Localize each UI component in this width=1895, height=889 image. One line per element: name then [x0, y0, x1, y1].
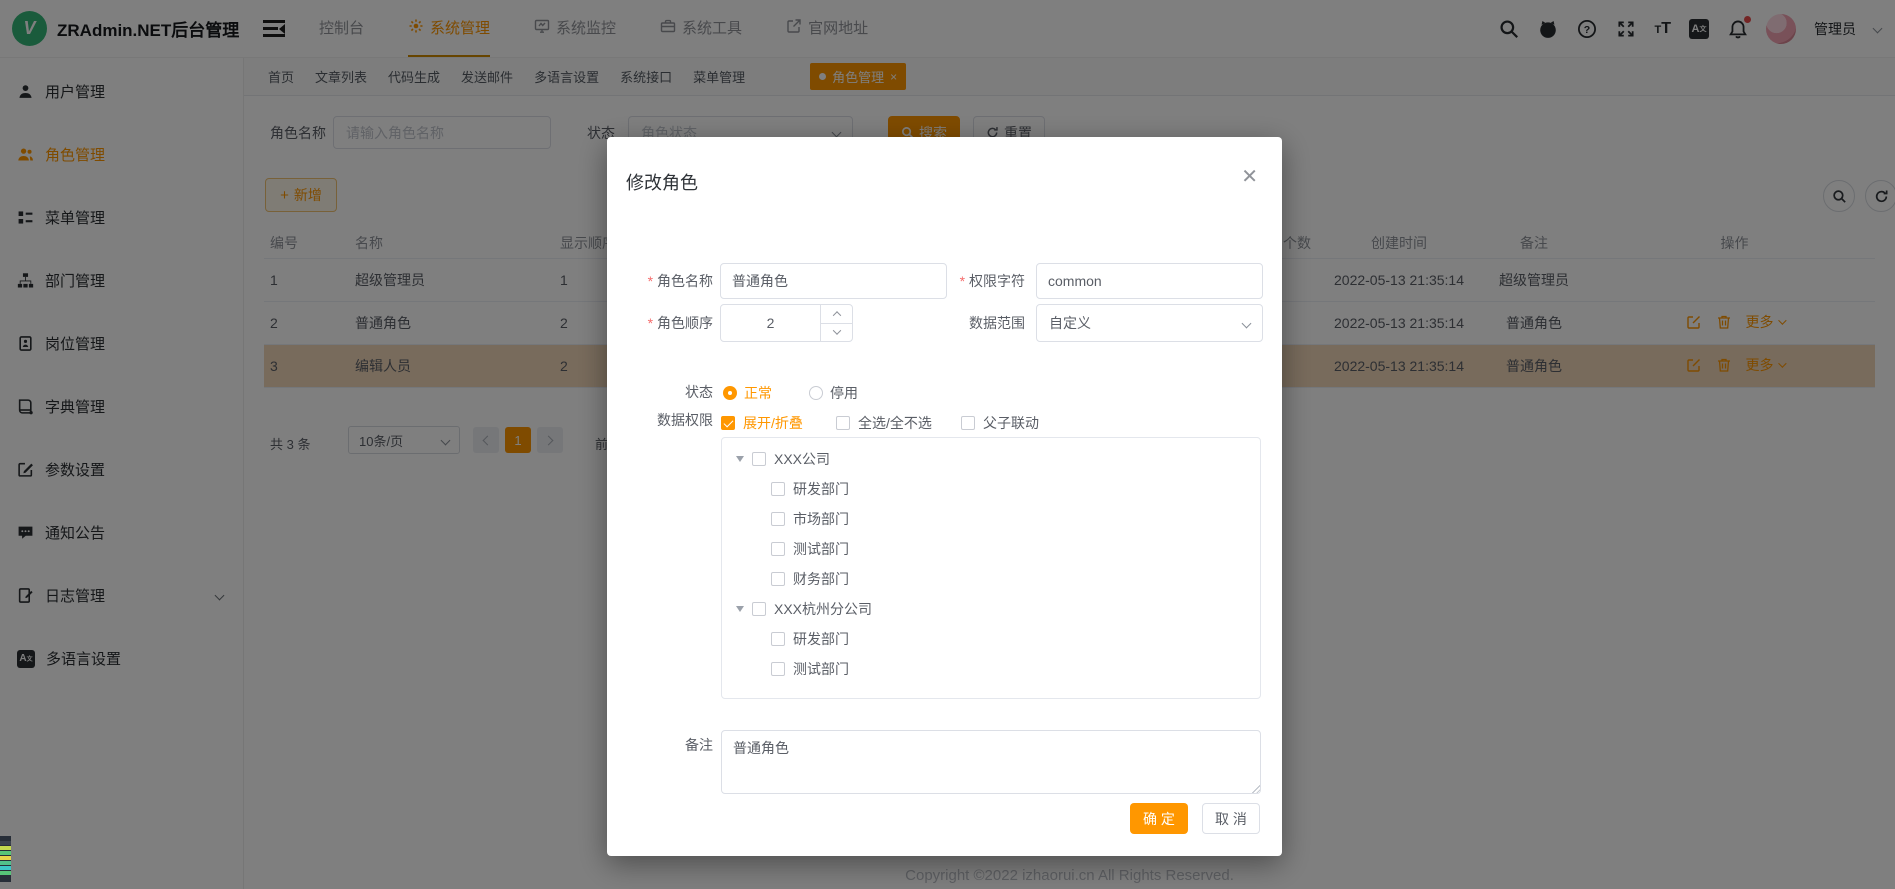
tree-node[interactable]: XXX公司	[722, 444, 1260, 474]
radio-unchecked-icon	[809, 386, 823, 400]
tree-node[interactable]: 市场部门	[722, 504, 1260, 534]
tree-node-label: XXX公司	[774, 449, 830, 469]
role-name-label: 角色名称	[607, 262, 713, 300]
dialog-title: 修改角色	[626, 169, 698, 195]
remark-label: 备注	[607, 735, 713, 755]
role-order-value: 2	[721, 305, 820, 341]
tree-node[interactable]: 测试部门	[722, 654, 1260, 684]
tree-node[interactable]: 研发部门	[722, 474, 1260, 504]
tree-expand-caret-icon[interactable]	[736, 456, 744, 462]
edit-role-dialog: 修改角色 ✕ 角色名称 权限字符 角色顺序 2 数据范围 自定义	[607, 137, 1282, 856]
checkbox-unchecked-icon[interactable]	[771, 632, 785, 646]
devtools-mini-widget[interactable]	[0, 836, 11, 882]
parent-child-link-label: 父子联动	[983, 413, 1039, 433]
dialog-close-icon[interactable]: ✕	[1241, 167, 1258, 187]
tree-expand-caret-icon[interactable]	[736, 606, 744, 612]
screen: V ZRAdmin.NET后台管理 控制台 系统管理 系统监控 系统工具 官网地	[0, 0, 1895, 889]
radio-normal-label: 正常	[744, 383, 772, 403]
expand-collapse-checkbox[interactable]: 展开/折叠	[721, 413, 803, 433]
tree-node-label: 市场部门	[793, 509, 849, 529]
tree-node-label: 财务部门	[793, 569, 849, 589]
checkbox-checked-icon	[721, 416, 735, 430]
select-all-checkbox[interactable]: 全选/全不选	[836, 413, 932, 433]
checkbox-unchecked-icon[interactable]	[752, 452, 766, 466]
checkbox-unchecked-icon[interactable]	[771, 512, 785, 526]
radio-disabled-label: 停用	[830, 383, 858, 403]
cancel-button[interactable]: 取 消	[1202, 803, 1260, 834]
status-radio-normal[interactable]: 正常	[723, 383, 772, 403]
tree-node[interactable]: 研发部门	[722, 624, 1260, 654]
confirm-button[interactable]: 确 定	[1130, 803, 1188, 834]
tree-node-label: 测试部门	[793, 659, 849, 679]
tree-node-label: XXX杭州分公司	[774, 599, 872, 619]
stepper-increase-button[interactable]	[821, 305, 852, 324]
parent-child-link-checkbox[interactable]: 父子联动	[961, 413, 1039, 433]
select-all-label: 全选/全不选	[858, 413, 932, 433]
data-scope-value: 自定义	[1049, 313, 1091, 333]
status-label: 状态	[607, 377, 713, 407]
tree-node-label: 测试部门	[793, 539, 849, 559]
data-scope-select[interactable]: 自定义	[1036, 304, 1263, 342]
expand-collapse-label: 展开/折叠	[743, 413, 803, 433]
checkbox-unchecked-icon[interactable]	[771, 482, 785, 496]
data-scope-label: 数据范围	[947, 304, 1025, 342]
role-order-stepper[interactable]: 2	[720, 304, 853, 342]
tree-node[interactable]: 财务部门	[722, 564, 1260, 594]
data-permission-label: 数据权限	[607, 405, 713, 435]
checkbox-unchecked-icon	[961, 416, 975, 430]
role-order-label: 角色顺序	[607, 304, 713, 342]
radio-checked-icon	[723, 386, 737, 400]
checkbox-unchecked-icon[interactable]	[771, 572, 785, 586]
tree-node-label: 研发部门	[793, 479, 849, 499]
role-key-input[interactable]	[1036, 263, 1263, 299]
tree-node-label: 研发部门	[793, 629, 849, 649]
checkbox-unchecked-icon	[836, 416, 850, 430]
status-radio-disabled[interactable]: 停用	[809, 383, 858, 403]
role-key-label: 权限字符	[947, 262, 1025, 300]
tree-node[interactable]: 测试部门	[722, 534, 1260, 564]
checkbox-unchecked-icon[interactable]	[752, 602, 766, 616]
remark-textarea[interactable]: 普通角色	[721, 730, 1261, 794]
stepper-decrease-button[interactable]	[821, 324, 852, 342]
role-name-input[interactable]	[720, 263, 947, 299]
tree-node[interactable]: XXX杭州分公司	[722, 594, 1260, 624]
chevron-down-icon	[1242, 318, 1252, 328]
checkbox-unchecked-icon[interactable]	[771, 542, 785, 556]
department-tree: XXX公司 研发部门 市场部门 测试部门 财务部门 XXX杭州分公司	[721, 437, 1261, 699]
checkbox-unchecked-icon[interactable]	[771, 662, 785, 676]
